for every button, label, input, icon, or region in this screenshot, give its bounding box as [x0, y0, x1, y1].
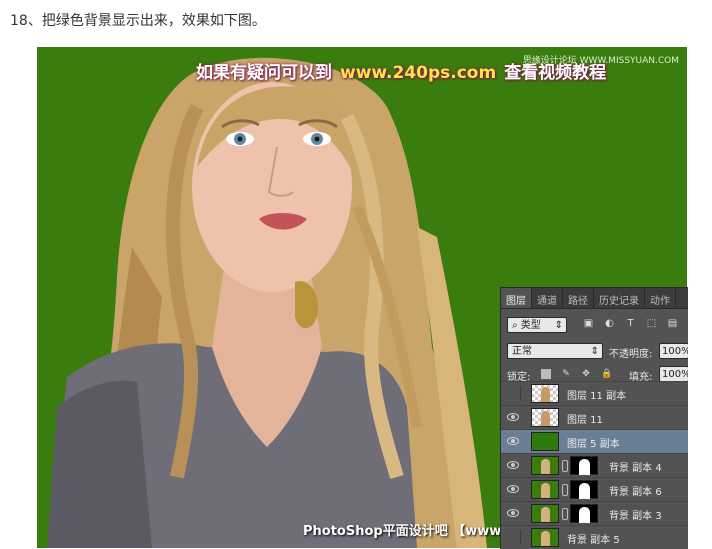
filter-kind-select[interactable]: ⌕ 类型 ⇕: [507, 317, 567, 333]
eye-icon[interactable]: [507, 461, 519, 469]
search-icon: ⌕: [512, 320, 518, 331]
eye-icon[interactable]: [507, 509, 519, 517]
fill-input[interactable]: 100%: [659, 366, 688, 382]
layer-name: 背景 副本 6: [609, 487, 662, 498]
layer-thumbnail: [531, 408, 559, 427]
watermark-url: www.240ps.com: [340, 63, 497, 83]
layer-row[interactable]: 背景 副本 4: [501, 453, 688, 477]
step-title: 18、把绿色背景显示出来，效果如下图。: [10, 13, 266, 29]
image-filter-icon[interactable]: ▣: [583, 318, 594, 329]
smart-object-filter-icon[interactable]: ▤: [667, 318, 678, 329]
filter-row: ⌕ 类型 ⇕ ▣ ◐ T ⬚ ▤: [501, 315, 688, 335]
layer-row-selected[interactable]: 图层 5 副本: [501, 429, 688, 453]
layer-name: 背景 副本 4: [609, 463, 662, 474]
visibility-toggle[interactable]: [505, 530, 521, 545]
tab-channels[interactable]: 通道: [532, 288, 563, 308]
watermark-suffix: 查看视频教程: [504, 63, 607, 83]
layer-thumbnail: [531, 432, 559, 451]
layer-thumbnail: [531, 480, 559, 499]
eye-icon[interactable]: [507, 485, 519, 493]
type-filter-icon[interactable]: T: [625, 318, 636, 329]
filter-kind-value: 类型: [520, 320, 541, 331]
chevron-updown-icon: ⇕: [554, 320, 563, 331]
blend-mode-select[interactable]: 正常 ⇕: [507, 343, 603, 359]
opacity-input[interactable]: 100%: [659, 343, 688, 359]
shape-filter-icon[interactable]: ⬚: [646, 318, 657, 329]
panel-tabs: 图层 通道 路径 历史记录 动作: [501, 288, 688, 309]
tab-layers[interactable]: 图层: [501, 288, 532, 308]
layer-thumbnail: [531, 384, 559, 403]
adjustment-filter-icon[interactable]: ◐: [604, 318, 615, 329]
layer-row[interactable]: 背景 副本 3: [501, 501, 688, 525]
chevron-updown-icon: ⇕: [590, 346, 599, 357]
layer-mask-thumbnail[interactable]: [570, 504, 598, 523]
layer-name: 图层 11 副本: [567, 391, 627, 402]
layer-mask-thumbnail[interactable]: [570, 480, 598, 499]
tab-paths[interactable]: 路径: [563, 288, 594, 308]
layer-mask-thumbnail[interactable]: [570, 456, 598, 475]
layer-thumbnail: [531, 456, 559, 475]
lock-transparency-icon[interactable]: [541, 369, 551, 379]
layer-name: 背景 副本 5: [567, 535, 620, 546]
layer-row[interactable]: 背景 副本 6: [501, 477, 688, 501]
chain-link-icon[interactable]: [562, 484, 568, 496]
layer-name: 图层 5 副本: [567, 439, 620, 450]
tab-actions[interactable]: 动作: [645, 288, 676, 308]
layers-panel: 图层 通道 路径 历史记录 动作 ⌕ 类型 ⇕ ▣ ◐ T ⬚ ▤ 正常 ⇕ 不…: [500, 287, 688, 549]
blend-mode-value: 正常: [512, 346, 532, 357]
layer-row[interactable]: 图层 11: [501, 405, 688, 429]
watermark-prefix: 如果有疑问可以到: [196, 63, 332, 83]
eye-icon[interactable]: [507, 437, 519, 445]
eye-icon[interactable]: [507, 413, 519, 421]
layer-row[interactable]: 图层 11 副本: [501, 381, 688, 405]
corner-watermark: 思缘设计论坛 WWW.MISSYUAN.COM: [522, 56, 679, 66]
visibility-toggle[interactable]: [505, 386, 521, 401]
layer-name: 图层 11: [567, 415, 603, 426]
lock-position-icon[interactable]: ✥: [581, 369, 591, 379]
blend-row: 正常 ⇕ 不透明度: 100%: [501, 341, 688, 361]
tab-history[interactable]: 历史记录: [594, 288, 645, 308]
layer-thumbnail: [531, 528, 559, 547]
opacity-label: 不透明度:: [609, 349, 653, 360]
lock-all-icon[interactable]: 🔒: [601, 369, 612, 379]
chain-link-icon[interactable]: [562, 460, 568, 472]
layer-thumbnail: [531, 504, 559, 523]
layer-row[interactable]: 背景 副本 5: [501, 525, 688, 549]
chain-link-icon[interactable]: [562, 508, 568, 520]
lock-pixels-icon[interactable]: ✎: [561, 369, 571, 379]
layer-name: 背景 副本 3: [609, 511, 662, 522]
